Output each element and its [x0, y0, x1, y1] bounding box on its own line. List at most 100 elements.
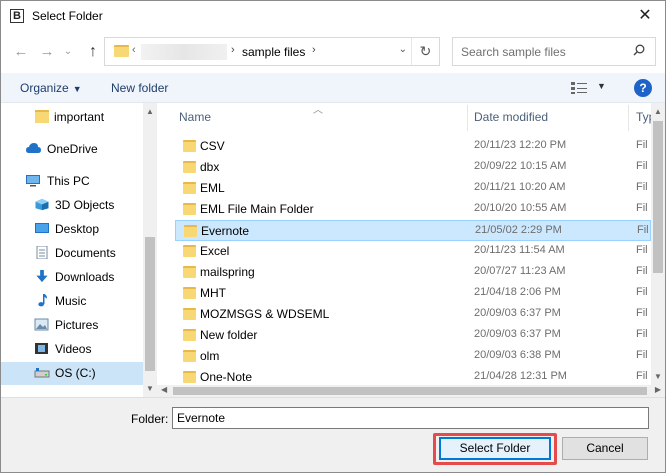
nav-item-onedrive[interactable]: OneDrive — [1, 138, 143, 160]
folder-row-csv[interactable]: CSV 20/11/23 12:20 PM Fil — [175, 136, 651, 157]
recent-locations-chevron-icon[interactable]: ⌄ — [61, 41, 75, 63]
chevron-right-icon[interactable]: › — [312, 44, 316, 56]
nav-item-important[interactable]: important — [1, 106, 143, 128]
app-icon: B — [10, 9, 24, 23]
folder-row-dbx[interactable]: dbx 20/09/22 10:15 AM Fil — [175, 157, 651, 178]
view-dropdown-icon[interactable]: ▼ — [597, 81, 606, 91]
scroll-down-icon[interactable]: ▼ — [654, 372, 662, 381]
folder-type: Fil — [636, 286, 648, 298]
folder-type: Fil — [636, 370, 648, 382]
select-folder-button[interactable]: Select Folder — [439, 437, 551, 460]
folder-icon — [183, 203, 196, 215]
folder-name: MHT — [200, 286, 226, 300]
forward-arrow-icon[interactable]: → — [37, 41, 57, 63]
nav-item-documents[interactable]: Documents — [1, 242, 143, 264]
folder-row-eml-file-main-folder[interactable]: EML File Main Folder 20/10/20 10:55 AM F… — [175, 199, 651, 220]
scroll-up-icon[interactable]: ▲ — [654, 107, 662, 116]
folder-row-mht[interactable]: MHT 21/04/18 2:06 PM Fil — [175, 283, 651, 304]
folder-date: 21/04/18 2:06 PM — [474, 286, 561, 298]
folder-icon — [183, 161, 196, 173]
blurred-path-segment — [141, 44, 227, 60]
pictures-icon — [34, 318, 49, 331]
nav-item-pictures[interactable]: Pictures — [1, 314, 143, 336]
column-header-name[interactable]: Name — [179, 103, 211, 131]
scroll-up-icon[interactable]: ▲ — [146, 107, 154, 116]
scrollbar-thumb[interactable] — [145, 237, 155, 371]
cancel-button[interactable]: Cancel — [562, 437, 648, 460]
address-dropdown-icon[interactable]: ⌄ — [399, 44, 407, 55]
folder-icon — [35, 110, 49, 123]
folder-name: CSV — [200, 139, 225, 153]
view-options-icon[interactable] — [570, 81, 588, 95]
folder-type: Fil — [636, 139, 648, 151]
nav-item-label: 3D Objects — [55, 198, 115, 212]
dialog-footer: Folder: — [1, 397, 665, 472]
folder-row-one-note[interactable]: One-Note 21/04/28 12:31 PM Fil — [175, 367, 651, 387]
help-button[interactable]: ? — [634, 79, 652, 97]
folder-row-new-folder[interactable]: New folder 20/09/03 6:37 PM Fil — [175, 325, 651, 346]
horizontal-scrollbar[interactable]: ◀ ▶ — [157, 385, 665, 397]
folder-row-eml[interactable]: EML 20/11/21 10:20 AM Fil — [175, 178, 651, 199]
nav-pane-scrollbar[interactable]: ▲ ▼ — [143, 103, 157, 397]
folder-icon — [183, 329, 196, 341]
folder-date: 20/09/03 6:37 PM — [474, 328, 561, 340]
scroll-left-icon[interactable]: ◀ — [161, 385, 167, 394]
organize-label: Organize — [20, 81, 69, 95]
nav-item-music[interactable]: Music — [1, 290, 143, 312]
scroll-right-icon[interactable]: ▶ — [655, 385, 661, 394]
folder-name: olm — [200, 349, 220, 363]
folder-row-mailspring[interactable]: mailspring 20/07/27 11:23 AM Fil — [175, 262, 651, 283]
folder-row-mozmsgs-wdseml[interactable]: MOZMSGS & WDSEML 20/09/03 6:37 PM Fil — [175, 304, 651, 325]
close-button[interactable]: ✕ — [625, 1, 665, 31]
folder-row-evernote[interactable]: Evernote 21/05/02 2:29 PM Fil — [175, 220, 651, 241]
folder-type: Fil — [636, 244, 648, 256]
folder-type: Fil — [636, 202, 648, 214]
nav-item-videos[interactable]: Videos — [1, 338, 143, 360]
window-title: Select Folder — [32, 9, 103, 23]
folder-type: Fil — [636, 349, 648, 361]
breadcrumb-sample-files[interactable]: sample files — [242, 45, 305, 59]
folder-icon — [183, 140, 196, 152]
folder-row-olm[interactable]: olm 20/09/03 6:38 PM Fil — [175, 346, 651, 367]
folder-type: Fil — [636, 265, 648, 277]
folder-type: Fil — [636, 307, 648, 319]
title-bar: B Select Folder ✕ — [1, 1, 665, 31]
address-bar[interactable]: ‹ › sample files › ⌄ ↻ — [104, 37, 440, 66]
nav-item-desktop[interactable]: Desktop — [1, 218, 143, 240]
folder-name: EML — [200, 181, 225, 195]
file-list-scrollbar[interactable]: ▲ ▼ — [651, 103, 665, 385]
organize-menu[interactable]: Organize ▼ — [20, 81, 82, 95]
nav-item-label: Desktop — [55, 222, 100, 236]
up-arrow-icon[interactable]: ↑ — [83, 41, 103, 63]
navigation-pane: important OneDrive This PC 3D Objects De… — [1, 103, 157, 397]
folder-icon — [114, 45, 129, 57]
column-header-date-modified[interactable]: Date modified — [474, 103, 548, 131]
column-separator[interactable] — [467, 105, 468, 131]
folder-date: 20/07/27 11:23 AM — [474, 265, 566, 277]
nav-item-os-c[interactable]: OS (C:) — [1, 362, 143, 385]
column-separator[interactable] — [628, 105, 629, 131]
back-arrow-icon[interactable]: ← — [11, 41, 31, 63]
nav-item-this-pc[interactable]: This PC — [1, 170, 143, 192]
folder-date: 20/09/03 6:38 PM — [474, 349, 561, 361]
nav-item-3d-objects[interactable]: 3D Objects — [1, 194, 143, 216]
chevron-right-icon[interactable]: › — [231, 44, 235, 56]
search-box[interactable]: Search sample files — [452, 37, 656, 66]
folder-icon — [183, 308, 196, 320]
folder-icon — [184, 225, 197, 237]
search-input[interactable]: Search sample files — [461, 45, 566, 59]
nav-item-label: Music — [55, 294, 87, 308]
scroll-down-icon[interactable]: ▼ — [146, 384, 154, 393]
folder-name-input[interactable] — [172, 407, 649, 429]
nav-item-label: Videos — [55, 342, 92, 356]
scrollbar-thumb[interactable] — [173, 387, 647, 395]
folder-type: Fil — [636, 328, 648, 340]
folder-row-excel[interactable]: Excel 20/11/23 11:54 AM Fil — [175, 241, 651, 262]
scrollbar-thumb[interactable] — [653, 121, 663, 273]
refresh-icon[interactable]: ↻ — [411, 38, 439, 65]
folder-date: 20/09/03 6:37 PM — [474, 307, 561, 319]
new-folder-button[interactable]: New folder — [111, 81, 168, 95]
nav-item-label: This PC — [47, 174, 90, 188]
chevron-left-icon: ‹ — [132, 44, 136, 56]
nav-item-downloads[interactable]: Downloads — [1, 266, 143, 288]
